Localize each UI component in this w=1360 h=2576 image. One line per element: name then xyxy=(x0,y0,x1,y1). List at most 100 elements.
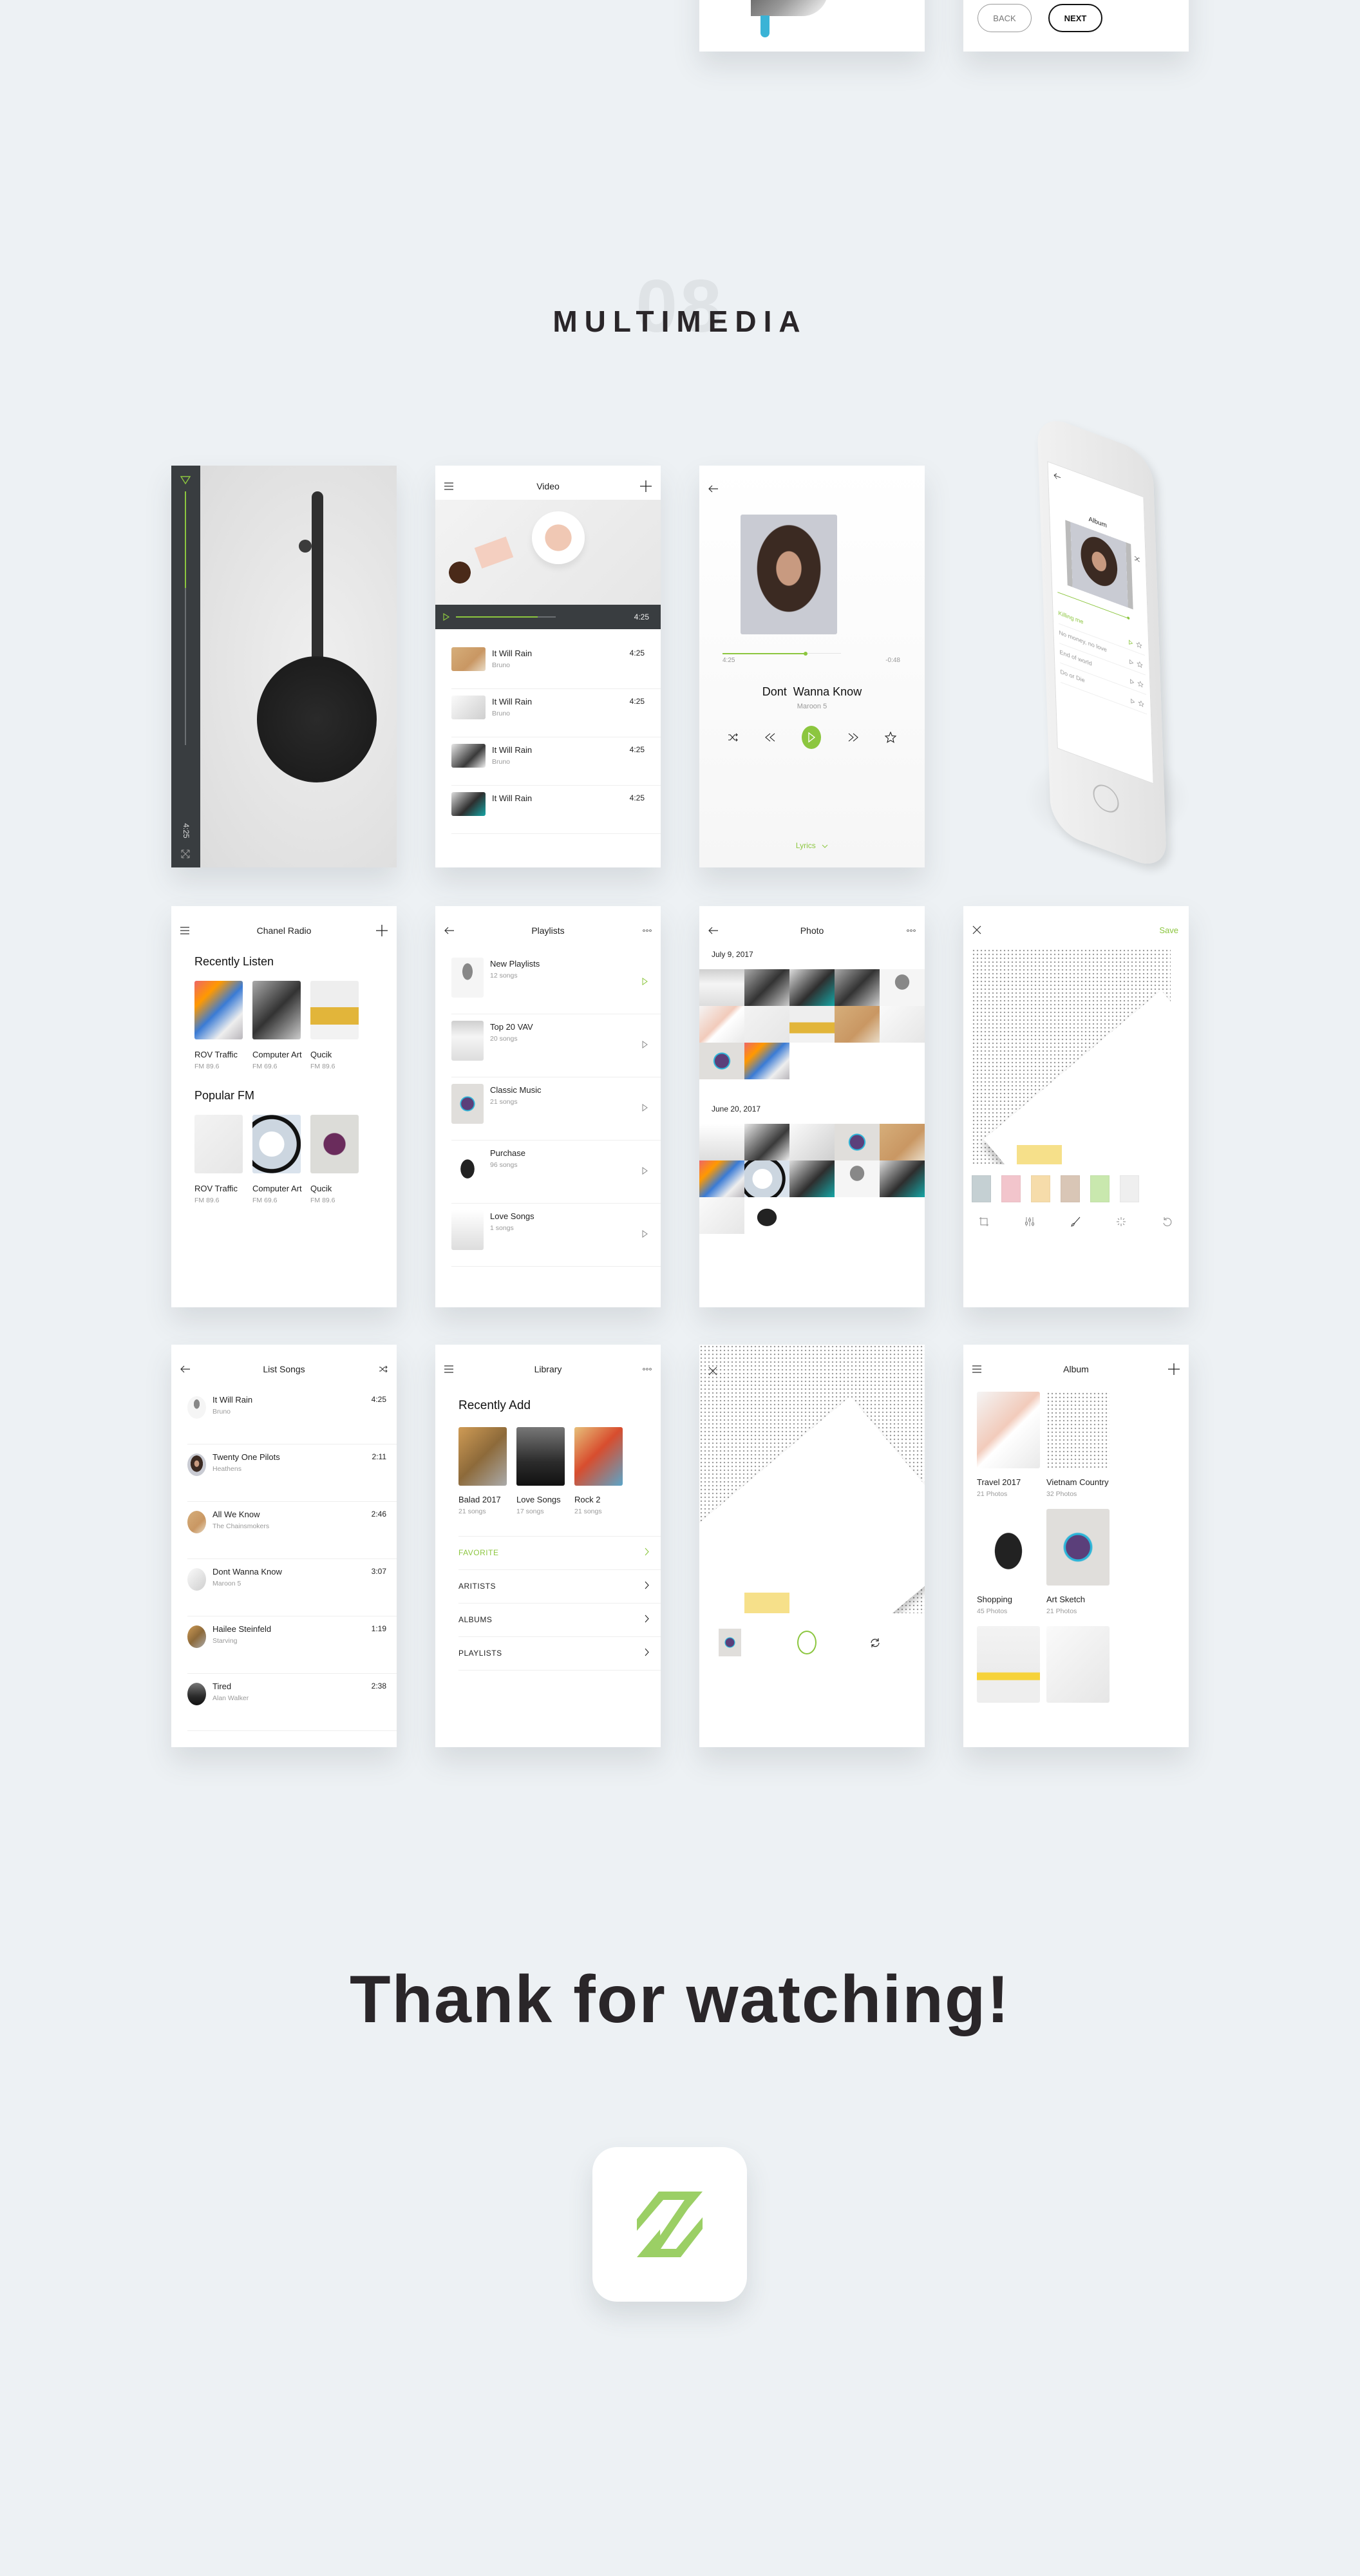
song-item[interactable]: Dont Wanna Know Maroon 5 3:07 xyxy=(187,1559,397,1616)
photo-thumb[interactable] xyxy=(789,1160,835,1197)
photo-thumb[interactable] xyxy=(699,1160,744,1197)
station-card[interactable]: Qucik FM 89.6 xyxy=(310,981,359,1070)
progress-thumb[interactable] xyxy=(1127,616,1130,620)
play-icon[interactable] xyxy=(443,613,449,621)
photo-thumb[interactable] xyxy=(744,1124,789,1160)
filter-thumb[interactable] xyxy=(1001,1175,1021,1202)
play-button[interactable] xyxy=(802,726,821,749)
filter-thumb[interactable] xyxy=(1031,1175,1050,1202)
song-progress-track[interactable] xyxy=(722,651,841,656)
photo-thumb[interactable] xyxy=(835,1124,880,1160)
photo-thumb[interactable] xyxy=(835,1160,880,1197)
station-card[interactable]: ROV Traffic FM 89.6 xyxy=(194,1115,243,1204)
video-item[interactable]: It Will Rain Bruno 4:25 xyxy=(451,641,661,689)
menu-icon[interactable] xyxy=(444,477,453,495)
shuffle-icon[interactable] xyxy=(379,1360,388,1378)
song-item[interactable]: All We Know The Chainsmokers 2:46 xyxy=(187,1502,397,1559)
song-item[interactable]: Hailee Steinfeld Starving 1:19 xyxy=(187,1616,397,1674)
video-item[interactable]: It Will Rain Bruno 4:25 xyxy=(451,737,661,786)
play-icon[interactable] xyxy=(642,1166,648,1178)
star-icon[interactable] xyxy=(1137,677,1144,692)
play-icon[interactable] xyxy=(642,977,648,989)
back-arrow-icon[interactable] xyxy=(708,485,719,493)
play-icon[interactable] xyxy=(642,1040,648,1052)
photo-thumb[interactable] xyxy=(699,1006,744,1043)
crop-icon[interactable] xyxy=(979,1217,989,1227)
photo-thumb[interactable] xyxy=(744,1160,789,1197)
play-icon[interactable] xyxy=(1130,695,1135,708)
fullscreen-icon[interactable] xyxy=(180,849,191,859)
video-item[interactable]: It Will Rain 4:25 xyxy=(451,786,661,834)
photo-thumb[interactable] xyxy=(744,1043,789,1079)
add-icon[interactable] xyxy=(1168,1360,1180,1378)
sparkle-icon[interactable] xyxy=(1116,1217,1126,1227)
play-icon[interactable] xyxy=(1129,675,1135,688)
photo-thumb[interactable] xyxy=(789,969,835,1006)
photo-thumb[interactable] xyxy=(744,969,789,1006)
play-icon[interactable] xyxy=(642,1103,648,1115)
menu-icon[interactable] xyxy=(972,1360,981,1378)
progress-thumb[interactable] xyxy=(803,651,808,656)
photo-thumb[interactable] xyxy=(835,969,880,1006)
close-icon[interactable] xyxy=(972,925,981,934)
album-card[interactable]: Shopping 45 Photos xyxy=(977,1509,1040,1626)
video-item[interactable]: It Will Rain Bruno 4:25 xyxy=(451,689,661,737)
photo-thumb[interactable] xyxy=(699,1124,744,1160)
save-button[interactable]: Save xyxy=(1159,925,1178,935)
album-card[interactable]: Art Sketch 21 Photos xyxy=(1046,1509,1110,1626)
shuffle-icon[interactable] xyxy=(728,733,738,742)
photo-thumb[interactable] xyxy=(699,1197,744,1234)
song-item[interactable]: It Will Rain Bruno 4:25 xyxy=(187,1387,397,1444)
adjust-icon[interactable] xyxy=(1025,1217,1035,1227)
star-icon[interactable] xyxy=(885,732,896,743)
filter-thumb[interactable] xyxy=(1120,1175,1139,1202)
library-album-card[interactable]: Balad 2017 21 songs xyxy=(458,1427,507,1530)
lyrics-toggle[interactable]: Lyrics xyxy=(699,841,925,850)
shutter-button[interactable] xyxy=(797,1631,817,1654)
station-card[interactable]: Computer Art FM 69.6 xyxy=(252,981,302,1070)
back-arrow-icon[interactable] xyxy=(1053,472,1061,482)
song-item[interactable]: Twenty One Pilots Heathens 2:11 xyxy=(187,1444,397,1502)
vertical-progress-track[interactable] xyxy=(185,491,186,745)
more-icon[interactable] xyxy=(907,922,916,940)
video-progress-track[interactable] xyxy=(456,616,556,618)
menu-icon[interactable] xyxy=(444,1360,453,1378)
menu-icon[interactable] xyxy=(180,922,189,940)
filter-thumb[interactable] xyxy=(1090,1175,1110,1202)
star-icon[interactable] xyxy=(1137,658,1143,672)
album-card[interactable] xyxy=(977,1626,1040,1743)
play-icon[interactable] xyxy=(642,1229,648,1241)
album-card[interactable] xyxy=(1046,1626,1110,1743)
back-arrow-icon[interactable] xyxy=(708,922,719,940)
rewind-icon[interactable] xyxy=(764,733,776,742)
library-menu-item[interactable]: ARITISTS xyxy=(458,1569,661,1603)
play-icon[interactable] xyxy=(1129,656,1134,669)
photo-thumb[interactable] xyxy=(880,969,925,1006)
home-button[interactable] xyxy=(1092,781,1120,817)
back-arrow-icon[interactable] xyxy=(180,1360,191,1378)
add-icon[interactable] xyxy=(640,477,652,495)
shuffle-icon[interactable] xyxy=(1134,555,1140,564)
library-album-card[interactable]: Love Songs 17 songs xyxy=(516,1427,565,1530)
album-card[interactable]: Travel 2017 21 Photos xyxy=(977,1392,1040,1509)
star-icon[interactable] xyxy=(1138,697,1144,711)
photo-thumb[interactable] xyxy=(789,1124,835,1160)
fast-forward-icon[interactable] xyxy=(847,733,859,742)
next-button[interactable]: NEXT xyxy=(1048,4,1102,32)
library-menu-item[interactable]: PLAYLISTS xyxy=(458,1636,661,1670)
album-card[interactable]: Vietnam Country 32 Photos xyxy=(1046,1392,1110,1509)
play-icon[interactable] xyxy=(180,476,191,485)
playlist-item[interactable]: New Playlists 12 songs xyxy=(451,951,661,1014)
more-icon[interactable] xyxy=(643,1360,652,1378)
gallery-thumbnail[interactable] xyxy=(719,1629,741,1656)
photo-thumb[interactable] xyxy=(880,1006,925,1043)
station-card[interactable]: Computer Art FM 69.6 xyxy=(252,1115,302,1204)
library-menu-item[interactable]: ALBUMS xyxy=(458,1603,661,1636)
photo-thumb[interactable] xyxy=(699,1043,744,1079)
undo-icon[interactable] xyxy=(1162,1217,1172,1227)
photo-thumb[interactable] xyxy=(744,1006,789,1043)
switch-camera-icon[interactable] xyxy=(869,1637,881,1649)
add-icon[interactable] xyxy=(376,922,388,940)
star-icon[interactable] xyxy=(1136,638,1142,652)
photo-thumb[interactable] xyxy=(744,1197,789,1234)
